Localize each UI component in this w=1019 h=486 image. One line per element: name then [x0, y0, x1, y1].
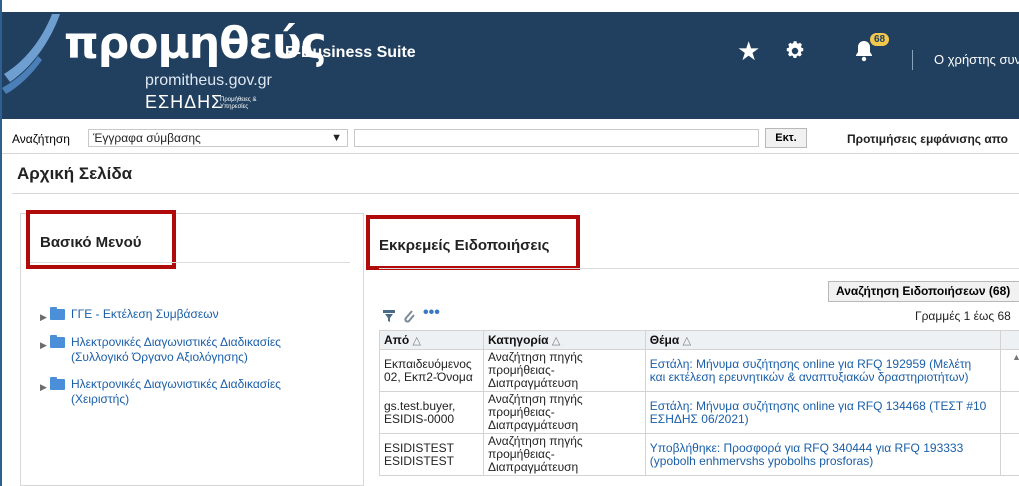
expand-triangle-icon[interactable]: ▶	[40, 380, 50, 395]
menu-item-e-procurement-committee[interactable]: ▶ Ηλεκτρονικές Διαγωνιστικές Διαδικασίες(…	[40, 335, 281, 365]
header-divider	[912, 50, 913, 70]
gear-icon[interactable]	[784, 40, 806, 62]
expand-triangle-icon[interactable]: ▶	[40, 310, 50, 325]
search-category-select[interactable]: Έγγραφα σύμβασης ▼	[88, 129, 348, 147]
logo-domain: promitheus.gov.gr	[145, 72, 272, 89]
cell-text: προμήθειας-	[487, 447, 555, 461]
cell-subject-link[interactable]: Εστάλη: Μήνυμα συζήτησης online για RFQ …	[644, 391, 1002, 434]
display-preferences-link[interactable]: Προτιμήσεις εμφάνισης απο	[847, 132, 1008, 146]
chevron-down-icon: ▼	[331, 132, 342, 144]
page-title: Αρχική Σελίδα	[17, 164, 133, 183]
cell-category: Αναζήτηση πηγής προμήθειας- Διαπραγμάτευση	[482, 391, 646, 434]
menu-item-label-cont: (Συλλογικό Όργανο Αξιολόγησης)	[71, 350, 248, 364]
column-label: Κατηγορία	[487, 333, 549, 347]
cell-text: ESIDISTEST	[384, 453, 455, 468]
sort-triangle-icon: △	[412, 335, 421, 347]
sort-triangle-icon: △	[551, 335, 561, 347]
column-label: Από	[384, 333, 410, 347]
menu-item-label: Ηλεκτρονικές Διαγωνιστικές Διαδικασίες	[71, 335, 281, 349]
scroll-up-icon[interactable]: ▲	[1012, 352, 1019, 362]
menu-item-contract-execution[interactable]: ▶ ΓΓΕ - Εκτέλεση Συμβάσεων	[40, 307, 219, 325]
folder-icon	[50, 307, 65, 320]
star-icon[interactable]: ★	[737, 38, 760, 64]
cell-text: Διαπραγμάτευση	[487, 460, 579, 474]
logo-swoosh-icon	[2, 14, 60, 94]
table-header-row: Από △ Κατηγορία △ Θέμα △	[379, 330, 1019, 350]
notifications-count-badge[interactable]: 68	[870, 33, 890, 46]
folder-icon	[50, 335, 65, 348]
notifications-heading: Εκκρεμείς Ειδοποιήσεις	[379, 237, 550, 254]
folder-icon	[50, 377, 65, 390]
cell-text: Εστάλη: Μήνυμα συζήτησης online για RFQ …	[649, 356, 972, 371]
menu-item-e-procurement-operator[interactable]: ▶ Ηλεκτρονικές Διαγωνιστικές Διαδικασίες(…	[40, 377, 281, 407]
rows-range-info: Γραμμές 1 έως 68	[915, 309, 1011, 323]
column-header-subject[interactable]: Θέμα △	[644, 330, 1002, 350]
search-bar: Αναζήτηση Έγγραφα σύμβασης ▼ Εκτ. Προτιμ…	[2, 120, 1019, 154]
cell-subject-link[interactable]: Εστάλη: Μήνυμα συζήτησης online για RFQ …	[644, 349, 1002, 392]
cell-text: gs.test.buyer,	[384, 398, 456, 413]
cell-text: Αναζήτηση πηγής	[487, 434, 583, 448]
menu-divider	[30, 262, 350, 263]
cell-text: προμήθειας-	[487, 405, 555, 419]
attachment-icon[interactable]	[402, 308, 416, 323]
table-row[interactable]: Εκπαιδευόμενος 02, Εκπ2-Όνομα Αναζήτηση π…	[379, 349, 1019, 392]
column-header-extra	[1000, 330, 1019, 350]
app-name: E-Business Suite	[285, 44, 416, 61]
cell-text: Αναζήτηση πηγής	[487, 392, 583, 406]
cell-category: Αναζήτηση πηγής προμήθειας- Διαπραγμάτευση	[482, 349, 646, 392]
cell-from: gs.test.buyer, ESIDIS-0000	[379, 391, 484, 434]
app-header: προμηθεύς promitheus.gov.gr ΕΣΗΔΗΣ Προμή…	[2, 12, 1019, 119]
main-menu-heading: Βασικό Μενού	[40, 234, 142, 251]
cell-text: Διαπραγμάτευση	[487, 376, 579, 390]
cell-text: Αναζήτηση πηγής	[487, 350, 583, 364]
menu-item-label: Ηλεκτρονικές Διαγωνιστικές Διαδικασίες	[71, 377, 281, 391]
table-row[interactable]: ESIDISTEST ESIDISTEST Αναζήτηση πηγής προμ…	[379, 433, 1019, 476]
title-divider	[12, 193, 1019, 194]
logo-esidis: ΕΣΗΔΗΣ	[145, 92, 224, 112]
cell-text: προμήθειας-	[487, 363, 555, 377]
column-header-category[interactable]: Κατηγορία △	[482, 330, 646, 350]
cell-text: Εκπαιδευόμενος	[384, 356, 472, 371]
cell-text: ΕΣΗΔΗΣ 06/2021)	[649, 411, 749, 426]
expand-triangle-icon[interactable]: ▶	[40, 338, 50, 353]
app-frame: προμηθεύς promitheus.gov.gr ΕΣΗΔΗΣ Προμή…	[0, 0, 1019, 486]
more-options-icon[interactable]: •••	[423, 304, 440, 322]
cell-extra	[1000, 391, 1019, 434]
cell-text: Υποβλήθηκε: Προσφορά για RFQ 340444 για …	[649, 440, 964, 455]
cell-text: (ypobolh enhmervshs ypobolhs prosforas)	[649, 453, 874, 468]
cell-from: ESIDISTEST ESIDISTEST	[379, 433, 484, 476]
cell-text: ESIDIS-0000	[384, 411, 455, 426]
cell-from: Εκπαιδευόμενος 02, Εκπ2-Όνομα	[379, 349, 484, 392]
cell-text: Εστάλη: Μήνυμα συζήτησης online για RFQ …	[649, 398, 987, 413]
cell-extra	[1000, 433, 1019, 476]
cell-subject-link[interactable]: Υποβλήθηκε: Προσφορά για RFQ 340444 για …	[644, 433, 1002, 476]
menu-item-label-cont: (Χειριστής)	[71, 392, 130, 406]
menu-item-label: ΓΓΕ - Εκτέλεση Συμβάσεων	[71, 307, 219, 321]
cell-category: Αναζήτηση πηγής προμήθειας- Διαπραγμάτευση	[482, 433, 646, 476]
search-input[interactable]	[354, 129, 759, 147]
cell-text: 02, Εκπ2-Όνομα	[384, 369, 473, 384]
cell-text: Διαπραγμάτευση	[487, 418, 579, 432]
user-greeting: Ο χρήστης συνδ	[934, 52, 1019, 67]
cell-text: και εκτέλεση ερευνητικών & αναπτυξιακών …	[649, 369, 969, 384]
column-header-from[interactable]: Από △	[379, 330, 484, 350]
notifications-table: Από △ Κατηγορία △ Θέμα △ Εκπαιδευόμενος 0…	[379, 330, 1019, 486]
logo-tagline: Προμήθειες & Υπηρεσίες	[220, 97, 257, 110]
sort-triangle-icon: △	[682, 335, 692, 347]
table-row[interactable]: gs.test.buyer, ESIDIS-0000 Αναζήτηση πηγή…	[379, 391, 1019, 434]
search-category-value: Έγγραφα σύμβασης	[93, 131, 201, 145]
notifications-divider	[379, 268, 1019, 269]
search-notifications-button[interactable]: Αναζήτηση Ειδοποιήσεων (68)	[828, 281, 1019, 302]
cell-text: ESIDISTEST	[384, 440, 455, 455]
search-go-button[interactable]: Εκτ.	[765, 128, 807, 148]
filter-icon[interactable]	[382, 309, 396, 323]
search-label: Αναζήτηση	[12, 132, 70, 146]
column-label: Θέμα	[649, 333, 680, 347]
